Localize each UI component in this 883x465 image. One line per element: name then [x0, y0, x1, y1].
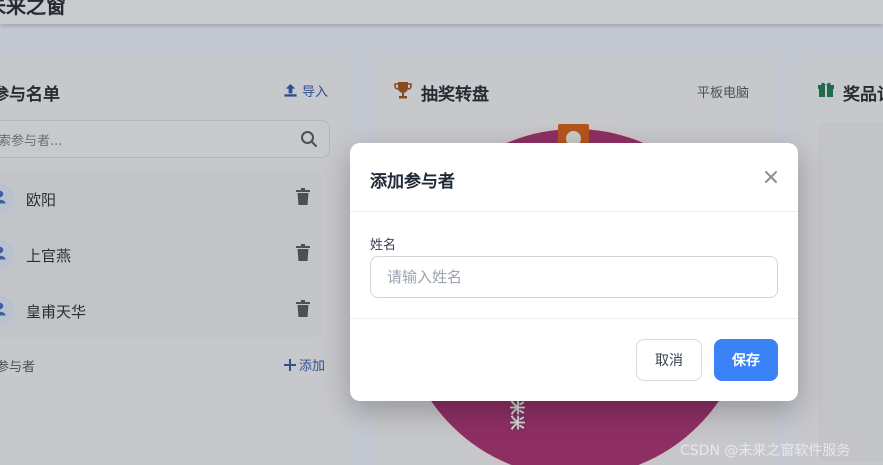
participant-name: 上官燕 [26, 247, 72, 265]
participant-count-label: 参与者 [0, 360, 36, 375]
search-icon[interactable] [300, 130, 318, 148]
import-label: 导入 [302, 85, 329, 100]
prize-list [818, 122, 883, 462]
add-label: 添加 [299, 359, 326, 374]
list-item[interactable]: 上官燕 [0, 234, 330, 274]
user-icon [0, 246, 6, 260]
app-title: 未来之窗 [0, 0, 66, 18]
dialog-header-divider [350, 211, 798, 212]
trash-icon[interactable] [295, 188, 311, 206]
dialog-title: 添加参与者 [370, 172, 455, 192]
avatar [0, 239, 14, 269]
user-icon [0, 190, 6, 204]
trophy-icon [394, 82, 412, 99]
wheel-title: 抽奖转盘 [421, 85, 489, 105]
plus-icon [284, 358, 296, 371]
participant-name: 皇甫天华 [26, 303, 87, 321]
trash-icon[interactable] [295, 244, 311, 262]
avatar [0, 183, 14, 213]
gift-icon [818, 82, 834, 97]
watermark: CSDN @未来之窗软件服务 [680, 443, 851, 459]
trash-icon[interactable] [295, 300, 311, 318]
name-field-label: 姓名 [370, 238, 397, 253]
list-item[interactable]: 欧阳 [0, 178, 330, 218]
list-item[interactable]: 皇甫天华 [0, 290, 330, 330]
prizes-title: 奖品记 [843, 85, 883, 105]
wheel-segment-label: 米米 [508, 400, 526, 431]
import-button[interactable]: 导入 [283, 81, 328, 100]
close-icon[interactable] [762, 168, 780, 186]
participants-title: 参与名单 [0, 85, 60, 105]
cancel-button[interactable]: 取消 [636, 339, 702, 381]
search-placeholder: 索参与者... [0, 134, 63, 149]
top-bar: 未来之窗 [0, 0, 883, 24]
add-participant-button[interactable]: 添加 [284, 355, 325, 374]
add-participant-dialog: 添加参与者 姓名 取消 保存 [350, 143, 798, 401]
user-icon [0, 302, 6, 316]
dialog-footer-divider [350, 318, 798, 319]
name-input[interactable] [370, 256, 778, 298]
participant-name: 欧阳 [26, 191, 57, 209]
current-prize-label: 平板电脑 [697, 86, 750, 101]
upload-icon [284, 83, 297, 97]
avatar [0, 295, 14, 325]
save-button[interactable]: 保存 [714, 339, 778, 381]
